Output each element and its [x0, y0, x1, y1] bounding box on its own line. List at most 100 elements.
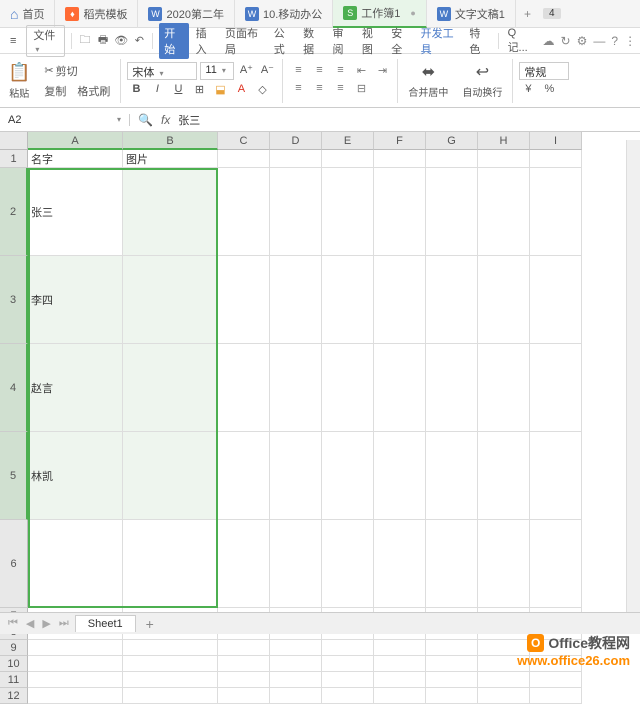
cell-C10[interactable] — [218, 656, 270, 672]
cell-D2[interactable] — [270, 168, 322, 256]
cell-D10[interactable] — [270, 656, 322, 672]
bold-button[interactable]: B — [127, 82, 145, 100]
cell-F3[interactable] — [374, 256, 426, 344]
sheet-nav-first[interactable]: ⏮ — [6, 617, 20, 630]
cell-B6[interactable] — [123, 520, 218, 608]
tab-home[interactable]: ⌂首页 — [0, 0, 55, 28]
cell-C1[interactable] — [218, 150, 270, 168]
cell-I12[interactable] — [530, 688, 582, 704]
cell-A4[interactable]: 赵言 — [28, 344, 123, 432]
cell-B10[interactable] — [123, 656, 218, 672]
tab-data[interactable]: 数据 — [300, 23, 325, 59]
cell-E6[interactable] — [322, 520, 374, 608]
align-mid-button[interactable]: ≡ — [310, 64, 328, 80]
cell-C3[interactable] — [218, 256, 270, 344]
cell-G9[interactable] — [426, 640, 478, 656]
cell-H6[interactable] — [478, 520, 530, 608]
sheet-nav-prev[interactable]: ◀ — [24, 617, 36, 630]
cell-B11[interactable] — [123, 672, 218, 688]
border-button[interactable]: ⊞ — [190, 82, 208, 100]
copy-button[interactable]: 复制 — [40, 82, 70, 100]
cell-E9[interactable] — [322, 640, 374, 656]
cell-G2[interactable] — [426, 168, 478, 256]
fill-color-button[interactable]: ⬓ — [211, 82, 229, 100]
zoom-icon[interactable]: 🔍 — [138, 113, 153, 127]
merge-split-button[interactable]: ⊟ — [352, 82, 370, 98]
row-header-11[interactable]: 11 — [0, 672, 28, 688]
currency-button[interactable]: ¥ — [519, 82, 537, 100]
cell-G11[interactable] — [426, 672, 478, 688]
cell-C9[interactable] — [218, 640, 270, 656]
tab-count[interactable]: 4 — [543, 8, 561, 19]
cell-I1[interactable] — [530, 150, 582, 168]
col-header-A[interactable]: A — [28, 132, 123, 150]
cell-B5[interactable] — [123, 432, 218, 520]
cloud-icon[interactable]: ☁ — [543, 34, 555, 48]
cell-B2[interactable] — [123, 168, 218, 256]
cell-A3[interactable]: 李四 — [28, 256, 123, 344]
app-menu-button[interactable]: ≡ — [4, 33, 22, 49]
row-header-12[interactable]: 12 — [0, 688, 28, 704]
add-sheet-button[interactable]: + — [140, 616, 160, 632]
cell-I3[interactable] — [530, 256, 582, 344]
wrap-button[interactable]: ↩自动换行 — [458, 60, 506, 101]
cell-B4[interactable] — [123, 344, 218, 432]
cell-D6[interactable] — [270, 520, 322, 608]
cut-button[interactable]: ✂ 剪切 — [40, 62, 114, 80]
sheet-nav-last[interactable]: ⏭ — [57, 617, 71, 630]
sheet-tab-1[interactable]: Sheet1 — [75, 615, 136, 632]
cell-A5[interactable]: 林凯 — [28, 432, 123, 520]
font-color-button[interactable]: A — [232, 82, 250, 100]
font-select[interactable]: 宋体 ▾ — [127, 62, 197, 80]
tab-templates[interactable]: ♦稻壳模板 — [55, 0, 138, 28]
cell-A2[interactable]: 张三 — [28, 168, 123, 256]
cell-F5[interactable] — [374, 432, 426, 520]
tab-dev[interactable]: 开发工具 — [418, 23, 463, 59]
cell-E10[interactable] — [322, 656, 374, 672]
cell-I6[interactable] — [530, 520, 582, 608]
row-header-4[interactable]: 4 — [0, 344, 28, 432]
undo-icon[interactable]: ↶ — [132, 34, 146, 47]
italic-button[interactable]: I — [148, 82, 166, 100]
cell-D11[interactable] — [270, 672, 322, 688]
indent-dec-button[interactable]: ⇤ — [352, 64, 370, 80]
cell-G10[interactable] — [426, 656, 478, 672]
cell-E3[interactable] — [322, 256, 374, 344]
row-header-1[interactable]: 1 — [0, 150, 28, 168]
cell-E5[interactable] — [322, 432, 374, 520]
percent-button[interactable]: % — [540, 82, 558, 100]
tab-special[interactable]: 特色 — [466, 23, 491, 59]
row-header-5[interactable]: 5 — [0, 432, 28, 520]
search-box[interactable]: Q 记... — [505, 25, 539, 57]
tab-insert[interactable]: 插入 — [193, 23, 218, 59]
col-header-D[interactable]: D — [270, 132, 322, 150]
name-box[interactable]: A2▾ — [0, 114, 130, 126]
settings-icon[interactable]: ⚙ — [577, 34, 588, 48]
save-icon[interactable]: 🗀 — [78, 31, 92, 50]
cell-E11[interactable] — [322, 672, 374, 688]
formula-input[interactable]: 张三 — [178, 112, 632, 128]
cell-H1[interactable] — [478, 150, 530, 168]
print-icon[interactable]: 🖶 — [96, 31, 110, 50]
more-icon[interactable]: ⋮ — [624, 34, 636, 48]
cell-G5[interactable] — [426, 432, 478, 520]
decrease-font-button[interactable]: A⁻ — [258, 62, 276, 80]
col-header-E[interactable]: E — [322, 132, 374, 150]
cell-F10[interactable] — [374, 656, 426, 672]
fx-label[interactable]: fx — [161, 113, 170, 127]
cell-E1[interactable] — [322, 150, 374, 168]
col-header-H[interactable]: H — [478, 132, 530, 150]
tab-security[interactable]: 安全 — [388, 23, 413, 59]
align-left-button[interactable]: ≡ — [289, 82, 307, 98]
align-bot-button[interactable]: ≡ — [331, 64, 349, 80]
cell-D5[interactable] — [270, 432, 322, 520]
cell-B1[interactable]: 图片 — [123, 150, 218, 168]
tab-layout[interactable]: 页面布局 — [222, 23, 267, 59]
cell-G4[interactable] — [426, 344, 478, 432]
row-header-2[interactable]: 2 — [0, 168, 28, 256]
cell-I2[interactable] — [530, 168, 582, 256]
cell-C2[interactable] — [218, 168, 270, 256]
cell-C11[interactable] — [218, 672, 270, 688]
cell-E4[interactable] — [322, 344, 374, 432]
col-header-B[interactable]: B — [123, 132, 218, 150]
